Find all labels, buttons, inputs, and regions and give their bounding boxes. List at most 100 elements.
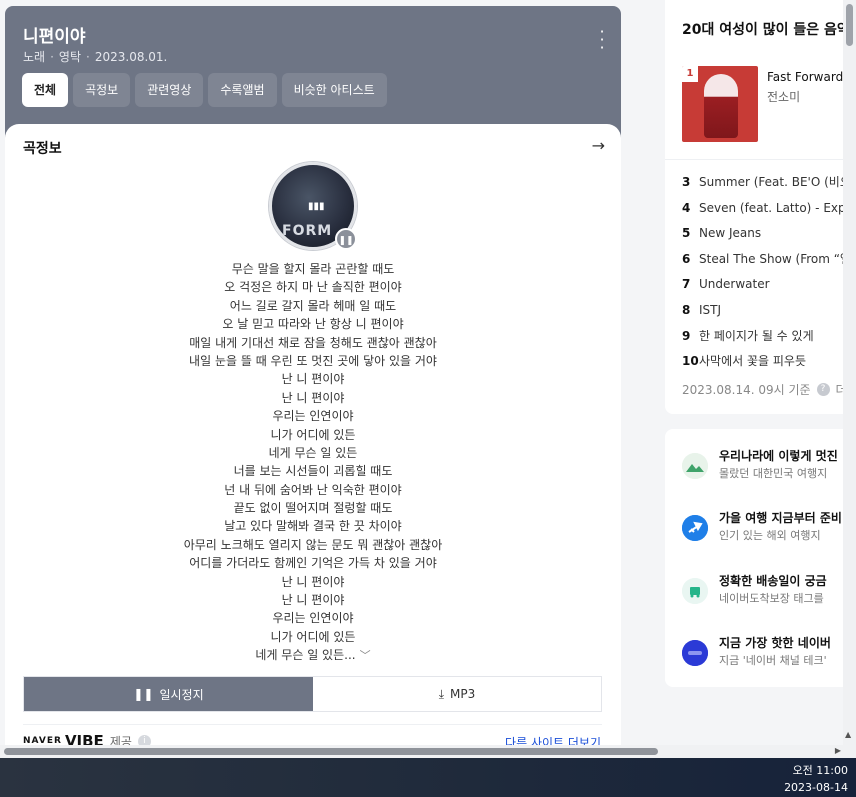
scroll-up-icon[interactable]: ▲: [845, 730, 851, 739]
recommend-title: 가을 여행 지금부터 준비: [719, 511, 842, 525]
lyric-line: 너를 보는 시선들이 괴롭힐 때도: [233, 464, 393, 479]
vertical-scrollbar[interactable]: ▲: [843, 0, 856, 760]
lyric-line: 아무리 노크해도 열리지 않는 문도 뭐 괜찮아 괜찮아: [183, 537, 443, 552]
recommend-item[interactable]: 정확한 배송일이 궁금 네이버도착보장 태그를: [682, 572, 856, 612]
lyric-line-text: 네게 무슨 일 있든...: [255, 648, 356, 663]
chart-rank: 5: [682, 226, 691, 241]
chart-row[interactable]: 7 Underwater: [682, 272, 856, 298]
chart-rank: 8: [682, 302, 691, 317]
chart-rank: 3: [682, 175, 691, 189]
chart-row[interactable]: 10사막에서 꽃을 피우듯: [682, 349, 856, 375]
lyric-line: 날고 있다 말해봐 결국 한 끗 차이야: [224, 519, 402, 534]
chevron-down-icon[interactable]: ﹀: [360, 649, 371, 662]
chart-song-name[interactable]: 사막에서 꽃을 피우듯: [699, 354, 806, 368]
chart-song-name[interactable]: Seven (feat. Latto) - Explicit Ver.: [699, 201, 856, 215]
on-tech-icon: [682, 640, 708, 666]
lyrics: 무슨 말을 할지 몰라 곤란할 때도 오 걱정은 하지 마 난 솔직한 편이야 …: [5, 260, 621, 665]
song-card: 니편이야 노래 · 영탁 · 2023.08.01. · · · 전체 곡정보 관련영상 수…: [5, 6, 621, 760]
recommend-title: 우리나라에 이렇게 멋진: [719, 449, 838, 463]
scroll-thumb[interactable]: [4, 748, 658, 755]
tab-all[interactable]: 전체: [22, 73, 69, 107]
lyric-line: 오 날 믿고 따라와 난 항상 니 편이야: [222, 317, 404, 332]
chart-row[interactable]: 8 ISTJ: [682, 298, 856, 324]
recommend-title: 지금 가장 핫한 네이버: [719, 636, 831, 650]
chart-top-item[interactable]: 1 Fast Forward 전소미: [682, 66, 856, 144]
delivery-icon: [682, 578, 708, 604]
airplane-icon: [682, 515, 708, 541]
chart-song-name[interactable]: Summer (Feat. BE'O (비오)): [699, 175, 856, 189]
chart-song-name[interactable]: Underwater: [699, 277, 770, 291]
recommend-item[interactable]: 지금 가장 핫한 네이버 지금 '네이버 채널 테크': [682, 634, 856, 674]
lyric-line: 내일 눈을 뜰 때 우린 또 멋진 곳에 닿아 있을 거야: [189, 353, 437, 368]
player-controls: ❚❚ 일시정지 ⤓ MP3: [23, 676, 602, 712]
chart-row[interactable]: 4 Seven (feat. Latto) - Explicit Ver.: [682, 196, 856, 222]
song-artist[interactable]: 영탁: [59, 50, 81, 64]
lyric-line-last[interactable]: 네게 무슨 일 있든... ﹀: [5, 646, 621, 664]
lyric-line: 넌 내 뒤에 숨어봐 난 익숙한 편이야: [224, 482, 402, 497]
pause-icon[interactable]: ❚❚: [335, 228, 357, 250]
rank-badge: 1: [682, 66, 698, 82]
arrow-right-icon[interactable]: →: [592, 136, 605, 155]
panel-title: 곡정보: [23, 141, 62, 157]
lyric-line: 어디를 가더라도 함께인 기억은 가득 차 있을 거야: [189, 556, 437, 571]
lyric-line: 네게 무슨 일 있든: [268, 445, 358, 460]
chart-row[interactable]: 6 Steal The Show (From “엘리멘탈”): [682, 247, 856, 273]
recommend-item[interactable]: 우리나라에 이렇게 멋진 몰랐던 대한민국 여행지: [682, 447, 856, 487]
tab-similar-artists[interactable]: 비슷한 아티스트: [281, 73, 387, 107]
song-date: 2023.08.01.: [94, 50, 168, 64]
album-logo-icon: ▮▮▮: [308, 201, 325, 212]
pause-button[interactable]: ❚❚ 일시정지: [24, 677, 313, 711]
top-song-artist[interactable]: 전소미: [767, 88, 800, 105]
lyric-line: 난 니 편이야: [281, 593, 345, 608]
clock[interactable]: 오전 11:00 2023-08-14: [784, 762, 848, 796]
help-icon[interactable]: ?: [816, 383, 830, 396]
top-song-name[interactable]: Fast Forward: [767, 70, 843, 84]
lyric-line: 끝도 없이 떨어지며 절렁할 때도: [233, 501, 393, 516]
chart-title: 20대 여성이 많이 들은 음악: [682, 22, 850, 38]
song-category: 노래: [23, 50, 46, 64]
cover-figure: [704, 74, 738, 138]
chart-timestamp: 2023.08.14. 09시 기준: [682, 383, 811, 397]
horizontal-scrollbar[interactable]: ▶: [0, 745, 843, 758]
chart-row[interactable]: 9 한 페이지가 될 수 있게: [682, 324, 856, 350]
scroll-right-icon[interactable]: ▶: [835, 746, 841, 755]
mp3-button[interactable]: ⤓ MP3: [313, 677, 601, 711]
top-album-cover[interactable]: 1: [682, 66, 758, 142]
chart-song-name[interactable]: ISTJ: [699, 303, 721, 317]
recommend-subtitle: 네이버도착보장 태그를: [719, 592, 824, 605]
mp3-label: MP3: [450, 687, 476, 701]
lyric-line: 니가 어디에 있든: [270, 427, 356, 442]
chart-rank: 7: [682, 277, 691, 292]
landscape-icon: [682, 453, 708, 479]
lyric-line: 매일 내게 기대선 채로 잠을 청해도 괜찮아 괜찮아: [189, 335, 437, 350]
tab-song-info[interactable]: 곡정보: [73, 73, 131, 107]
chart-list: 3 Summer (Feat. BE'O (비오)) 4 Seven (feat. …: [682, 170, 856, 375]
tab-albums[interactable]: 수록앨범: [208, 73, 277, 107]
lyric-line: 난 니 편이야: [281, 390, 345, 405]
lyric-line: 니가 어디에 있든: [270, 629, 356, 644]
chart-rank: 9: [682, 328, 691, 343]
chart-row[interactable]: 5 New Jeans: [682, 221, 856, 247]
lyric-line: 난 니 편이야: [281, 372, 345, 387]
chart-song-name[interactable]: 한 페이지가 될 수 있게: [699, 329, 814, 343]
pause-icon: ❚❚: [133, 687, 154, 701]
chart-rank: 6: [682, 251, 691, 266]
chart-song-name[interactable]: Steal The Show (From “엘리멘탈”): [699, 252, 856, 266]
chart-row[interactable]: 3 Summer (Feat. BE'O (비오)): [682, 170, 856, 196]
more-options-icon[interactable]: · · ·: [595, 24, 609, 56]
clock-time: 오전 11:00: [792, 764, 848, 777]
lyric-line: 난 니 편이야: [281, 574, 345, 589]
lyric-line: 무슨 말을 할지 몰라 곤란할 때도: [231, 262, 395, 276]
chart-card: 20대 여성이 많이 들은 음악 1 Fast Forward 전소미 3 Sum…: [665, 0, 856, 414]
divider: [23, 724, 602, 725]
tab-related-videos[interactable]: 관련영상: [135, 73, 204, 107]
chart-rank: 10: [682, 354, 699, 369]
taskbar: 오전 11:00 2023-08-14: [0, 758, 856, 797]
scroll-thumb[interactable]: [846, 4, 853, 46]
chart-song-name[interactable]: New Jeans: [699, 226, 761, 240]
pause-label: 일시정지: [159, 687, 204, 702]
album-art-text: FORM: [282, 223, 333, 239]
recommend-subtitle: 인기 있는 해외 여행지: [719, 529, 821, 542]
song-title: 니편이야: [23, 27, 86, 47]
recommend-item[interactable]: 가을 여행 지금부터 준비 인기 있는 해외 여행지: [682, 509, 856, 549]
